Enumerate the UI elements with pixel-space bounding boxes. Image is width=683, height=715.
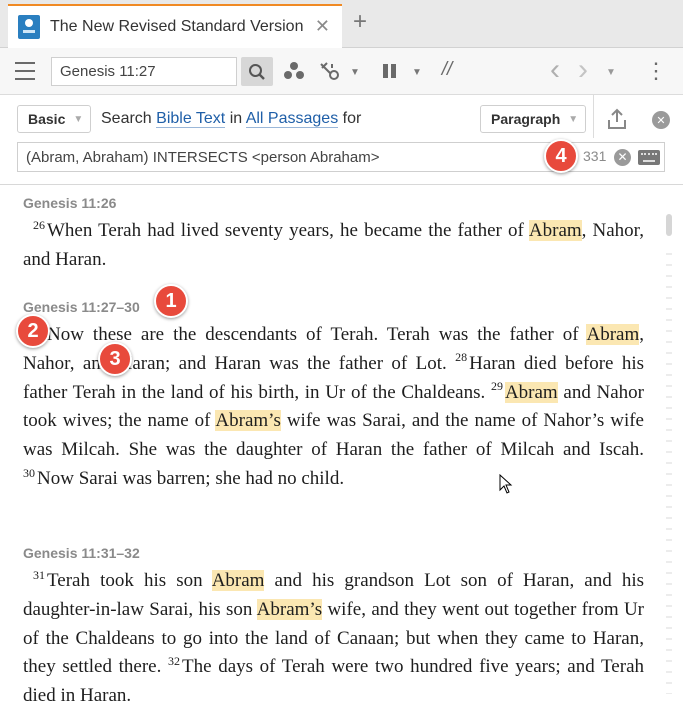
search-mode-dropdown[interactable]: Basic ▼ bbox=[17, 105, 91, 133]
back-icon[interactable]: ‹ bbox=[545, 53, 565, 86]
keyboard-icon[interactable] bbox=[638, 150, 660, 165]
chevron-down-icon[interactable]: ▼ bbox=[349, 66, 361, 78]
clear-icon[interactable]: ✕ bbox=[614, 149, 631, 166]
search-prefix: Search bbox=[101, 110, 152, 127]
search-icon bbox=[249, 63, 265, 80]
people-icon[interactable] bbox=[282, 60, 306, 82]
scrollbar-track bbox=[666, 244, 672, 694]
search-scope-link[interactable]: All Passages bbox=[245, 110, 339, 128]
search-target-link[interactable]: Bible Text bbox=[156, 110, 226, 128]
display-label: Paragraph bbox=[491, 111, 561, 127]
chevron-down-icon: ▼ bbox=[568, 113, 579, 125]
divider bbox=[593, 95, 594, 138]
bible-icon bbox=[18, 15, 40, 39]
forward-icon[interactable]: › bbox=[573, 53, 593, 86]
search-description: Search Bible Text in All Passages for bbox=[101, 110, 361, 128]
result-count: 331 bbox=[583, 148, 607, 164]
link-off-icon[interactable] bbox=[317, 60, 343, 82]
passage-reference[interactable]: Genesis 11:31–32 bbox=[23, 545, 644, 563]
passage-reference[interactable]: Genesis 11:26 bbox=[23, 195, 644, 213]
tab-title: The New Revised Standard Version bbox=[50, 18, 304, 35]
callout-badge-1: 1 bbox=[154, 284, 188, 318]
search-panel: Basic ▼ Search Bible Text in All Passages… bbox=[0, 95, 683, 185]
passage: Genesis 11:26 26 When Terah had lived sev… bbox=[23, 195, 644, 275]
menu-icon[interactable] bbox=[14, 62, 36, 80]
search-button[interactable] bbox=[241, 57, 273, 86]
tab-bar: The New Revised Standard Version ✕ + bbox=[0, 0, 683, 48]
close-icon[interactable]: ✕ bbox=[315, 16, 330, 37]
more-icon[interactable]: ⋮ bbox=[645, 58, 667, 84]
passage: Genesis 11:27–30 27Now these are the des… bbox=[23, 299, 644, 494]
chevron-down-icon[interactable]: ▼ bbox=[411, 66, 423, 78]
search-in-word: in bbox=[229, 110, 243, 127]
passage-text: 26 When Terah had lived seventy years, he… bbox=[23, 217, 644, 270]
callout-badge-3: 3 bbox=[98, 342, 132, 376]
scrollbar-thumb[interactable] bbox=[666, 214, 672, 236]
close-icon[interactable]: ✕ bbox=[652, 111, 670, 129]
toolbar: ▼ ▼ // ‹ › ▼ ⋮ bbox=[0, 48, 683, 95]
pause-icon[interactable] bbox=[380, 62, 400, 80]
reference-input[interactable] bbox=[51, 57, 237, 86]
passage-reference[interactable]: Genesis 11:27–30 bbox=[23, 299, 644, 317]
search-mode-label: Basic bbox=[28, 111, 66, 127]
passage-text: 31 Terah took his son Abram and his grand… bbox=[23, 567, 645, 707]
passage: Genesis 11:31–32 31 Terah took his son Ab… bbox=[23, 545, 644, 711]
mouse-pointer-icon bbox=[499, 474, 513, 494]
display-dropdown[interactable]: Paragraph ▼ bbox=[480, 105, 586, 133]
parallel-icon[interactable]: // bbox=[435, 58, 459, 82]
share-icon[interactable] bbox=[605, 107, 629, 131]
callout-badge-2: 2 bbox=[16, 314, 50, 348]
add-tab-button[interactable]: + bbox=[353, 10, 367, 34]
search-for-word: for bbox=[342, 110, 362, 127]
chevron-down-icon: ▼ bbox=[73, 113, 84, 125]
tab-nrsv[interactable]: The New Revised Standard Version ✕ bbox=[8, 4, 342, 48]
scrollbar[interactable] bbox=[666, 196, 674, 701]
chevron-down-icon[interactable]: ▼ bbox=[605, 66, 617, 78]
callout-badge-4: 4 bbox=[544, 139, 578, 173]
